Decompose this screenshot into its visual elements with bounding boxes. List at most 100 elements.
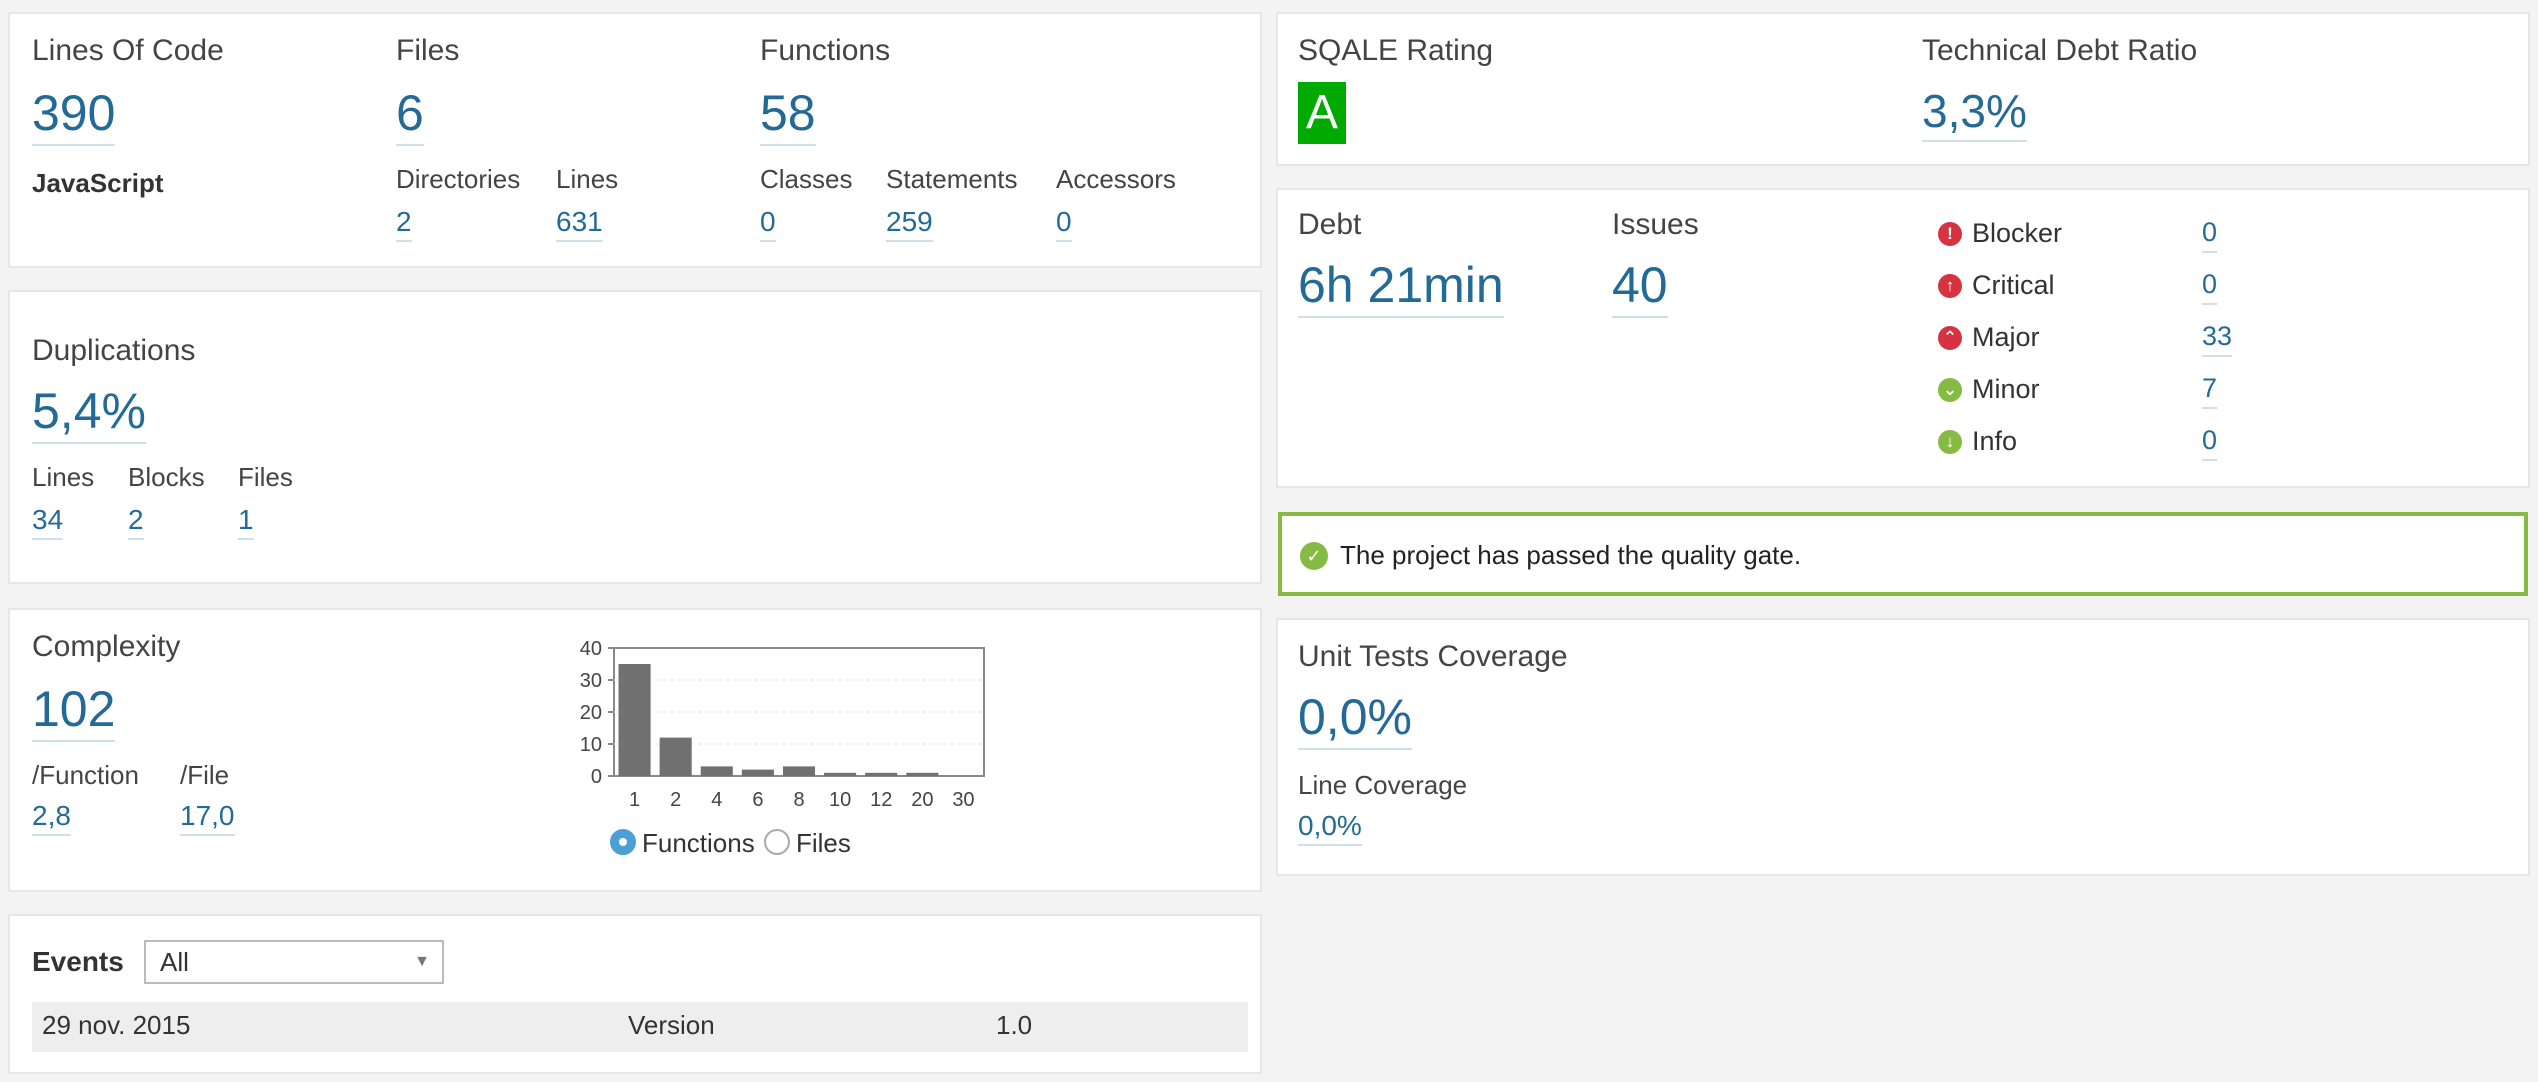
quality-gate-message: The project has passed the quality gate. <box>1340 540 1802 570</box>
functions-radio[interactable] <box>610 829 636 855</box>
check-circle-icon: ✓ <box>1300 542 1328 570</box>
event-name: 1.0 <box>996 1010 1033 1040</box>
severity-count[interactable]: 0 <box>2202 269 2218 305</box>
chart-x-tick-label: 30 <box>952 789 974 811</box>
dup-files-label: Files <box>238 462 293 492</box>
issues-value[interactable]: 40 <box>1612 260 1668 318</box>
severity-name: Blocker <box>1972 218 2063 248</box>
minor-icon: ⌄ <box>1938 378 1962 402</box>
files-value[interactable]: 6 <box>396 88 424 146</box>
complexity-title: Complexity <box>32 630 181 663</box>
chart-y-tick-label: 0 <box>591 766 602 788</box>
event-row: 29 nov. 2015 Version 1.0 <box>32 1002 1248 1052</box>
functions-radio-label[interactable]: Functions <box>642 828 755 859</box>
coverage-value[interactable]: 0,0% <box>1298 692 1412 750</box>
severity-row-info[interactable]: ↓ Info 0 <box>1938 425 2338 466</box>
chart-bar <box>659 737 692 776</box>
size-card: Lines Of Code 390 JavaScript Files 6 Dir… <box>8 12 1262 268</box>
quality-gate-banner: ✓ The project has passed the quality gat… <box>1278 512 2528 596</box>
sqale-card: SQALE Rating A Technical Debt Ratio 3,3% <box>1276 12 2530 166</box>
per-file-label: /File <box>180 760 230 790</box>
accessors-value[interactable]: 0 <box>1056 208 1072 242</box>
chart-x-tick-label: 6 <box>752 789 763 811</box>
dup-files-value[interactable]: 1 <box>238 506 254 540</box>
line-coverage-label: Line Coverage <box>1298 770 1468 800</box>
sqale-rating-label: SQALE Rating <box>1298 34 1494 67</box>
chart-bar <box>741 769 774 776</box>
chart-x-tick-label: 1 <box>629 789 640 811</box>
lines-label: Lines <box>556 164 619 194</box>
dup-blocks-label: Blocks <box>128 462 205 492</box>
per-function-value[interactable]: 2,8 <box>32 802 71 836</box>
directories-value[interactable]: 2 <box>396 208 412 242</box>
chart-bar <box>824 772 857 776</box>
chart-x-tick-label: 4 <box>711 789 722 811</box>
files-radio[interactable] <box>764 829 790 855</box>
statements-value[interactable]: 259 <box>886 208 933 242</box>
major-icon: ⌃ <box>1938 326 1962 350</box>
dup-lines-label: Lines <box>32 462 95 492</box>
chart-x-tick-label: 10 <box>829 789 851 811</box>
chart-bar <box>700 766 733 776</box>
functions-label: Functions <box>760 34 891 67</box>
complexity-distribution-chart: 0102030401 2 4 6 8 10 12 20 30 <box>580 638 985 811</box>
chart-bar <box>618 664 651 776</box>
dup-blocks-value[interactable]: 2 <box>128 506 144 540</box>
chart-x-tick-label: 8 <box>793 789 804 811</box>
severity-row-major[interactable]: ⌃ Major 33 <box>1938 321 2338 362</box>
duplications-card: Duplications 5,4% Lines 34 Blocks 2 File… <box>8 290 1262 584</box>
critical-icon: ↑ <box>1938 274 1962 298</box>
line-coverage-value[interactable]: 0,0% <box>1298 812 1362 846</box>
complexity-card: Complexity 102 /Function 2,8 /File 17,0 … <box>8 608 1262 892</box>
lines-of-code-label: Lines Of Code <box>32 34 224 67</box>
lines-of-code-value[interactable]: 390 <box>32 88 116 146</box>
chevron-down-icon: ▼ <box>414 953 430 970</box>
events-filter-select[interactable]: All ▼ <box>144 940 444 984</box>
chart-y-tick-label: 20 <box>580 702 602 724</box>
statements-label: Statements <box>886 164 1018 194</box>
language-label: JavaScript <box>32 168 164 198</box>
severity-name: Critical <box>1972 270 2055 300</box>
coverage-card: Unit Tests Coverage 0,0% Line Coverage 0… <box>1276 618 2530 876</box>
duplications-value[interactable]: 5,4% <box>32 386 146 444</box>
event-date: 29 nov. 2015 <box>42 1010 191 1040</box>
chart-bar <box>865 772 898 776</box>
severity-count[interactable]: 33 <box>2202 321 2233 357</box>
severity-count[interactable]: 7 <box>2202 373 2218 409</box>
dup-lines-value[interactable]: 34 <box>32 506 64 540</box>
directories-label: Directories <box>396 164 521 194</box>
sqale-rating-badge[interactable]: A <box>1298 82 1346 144</box>
severity-name: Major <box>1972 322 2040 352</box>
chart-y-tick-label: 40 <box>580 638 602 660</box>
events-label: Events <box>32 946 124 977</box>
severity-row-minor[interactable]: ⌄ Minor 7 <box>1938 373 2338 414</box>
debt-value[interactable]: 6h 21min <box>1298 260 1504 318</box>
severity-row-critical[interactable]: ↑ Critical 0 <box>1938 269 2338 310</box>
complexity-value[interactable]: 102 <box>32 684 116 742</box>
chart-x-tick-label: 12 <box>870 789 892 811</box>
technical-debt-ratio-value[interactable]: 3,3% <box>1922 88 2027 142</box>
events-filter-value: All <box>160 947 189 977</box>
technical-debt-ratio-label: Technical Debt Ratio <box>1922 34 2198 67</box>
chart-x-tick-label: 20 <box>911 789 933 811</box>
accessors-label: Accessors <box>1056 164 1176 194</box>
debt-card: Debt 6h 21min Issues 40 ! Blocker 0 ↑ Cr… <box>1276 188 2530 488</box>
severity-count[interactable]: 0 <box>2202 425 2218 461</box>
per-function-label: /Function <box>32 760 139 790</box>
chart-bar <box>782 766 816 776</box>
severity-count[interactable]: 0 <box>2202 217 2218 253</box>
severity-name: Info <box>1972 426 2018 456</box>
duplications-title: Duplications <box>32 334 196 367</box>
lines-value[interactable]: 631 <box>556 208 603 242</box>
classes-label: Classes <box>760 164 853 194</box>
chart-y-tick-label: 30 <box>580 670 602 692</box>
chart-x-tick-label: 2 <box>670 789 681 811</box>
functions-value[interactable]: 58 <box>760 88 816 146</box>
files-radio-label[interactable]: Files <box>796 828 851 859</box>
severity-row-blocker[interactable]: ! Blocker 0 <box>1938 217 2338 258</box>
chart-bar <box>906 772 939 776</box>
info-icon: ↓ <box>1938 430 1962 454</box>
classes-value[interactable]: 0 <box>760 208 776 242</box>
event-type: Version <box>628 1010 715 1040</box>
per-file-value[interactable]: 17,0 <box>180 802 235 836</box>
